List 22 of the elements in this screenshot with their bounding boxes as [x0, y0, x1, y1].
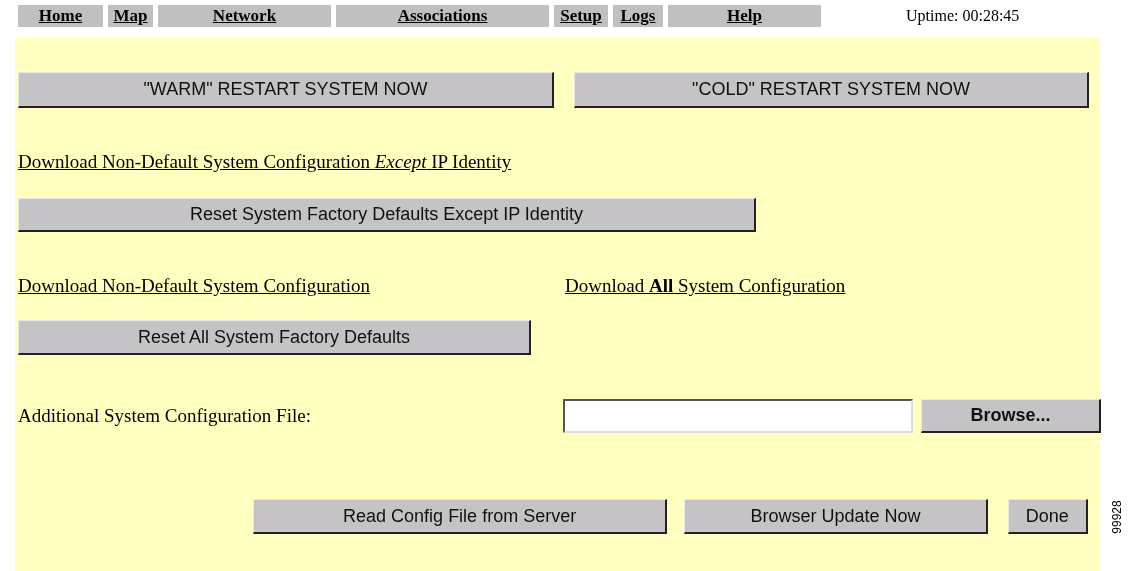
browser-update-button[interactable]: Browser Update Now	[684, 499, 988, 534]
config-file-label: Additional System Configuration File:	[18, 403, 312, 428]
download-link[interactable]: Download Non-Default System Configuration Except IP Identity	[18, 147, 512, 177]
figure-id: 99928	[1108, 499, 1125, 534]
nav-link[interactable]: Network	[158, 5, 331, 27]
reset-except-ip-button[interactable]: Reset System Factory Defaults Except IP Identity	[18, 198, 756, 232]
nav-link[interactable]: Associations	[336, 5, 549, 27]
nav-link[interactable]: Setup	[554, 5, 608, 27]
nav-link[interactable]: Map	[108, 5, 153, 27]
done-button[interactable]: Done	[1007, 499, 1088, 534]
download-link[interactable]: Download Non-Default System Configuration	[18, 271, 565, 301]
reset-all-button[interactable]: Reset All System Factory Defaults	[18, 320, 531, 355]
uptime-text: Uptime: 00:28:45	[906, 6, 1020, 27]
cold-restart-button[interactable]: "COLD" RESTART SYSTEM NOW	[574, 72, 1089, 108]
read-config-button[interactable]: Read Config File from Server	[253, 499, 668, 534]
nav-link[interactable]: Logs	[613, 5, 663, 27]
download-link[interactable]: Download All System Configuration	[565, 271, 846, 301]
file-input-field[interactable]	[563, 399, 913, 433]
warm-restart-button[interactable]: "WARM" RESTART SYSTEM NOW	[18, 72, 554, 108]
browse-button[interactable]: Browse...	[921, 399, 1101, 433]
nav-link[interactable]: Home	[18, 5, 103, 27]
nav-link[interactable]: Help	[668, 5, 821, 27]
